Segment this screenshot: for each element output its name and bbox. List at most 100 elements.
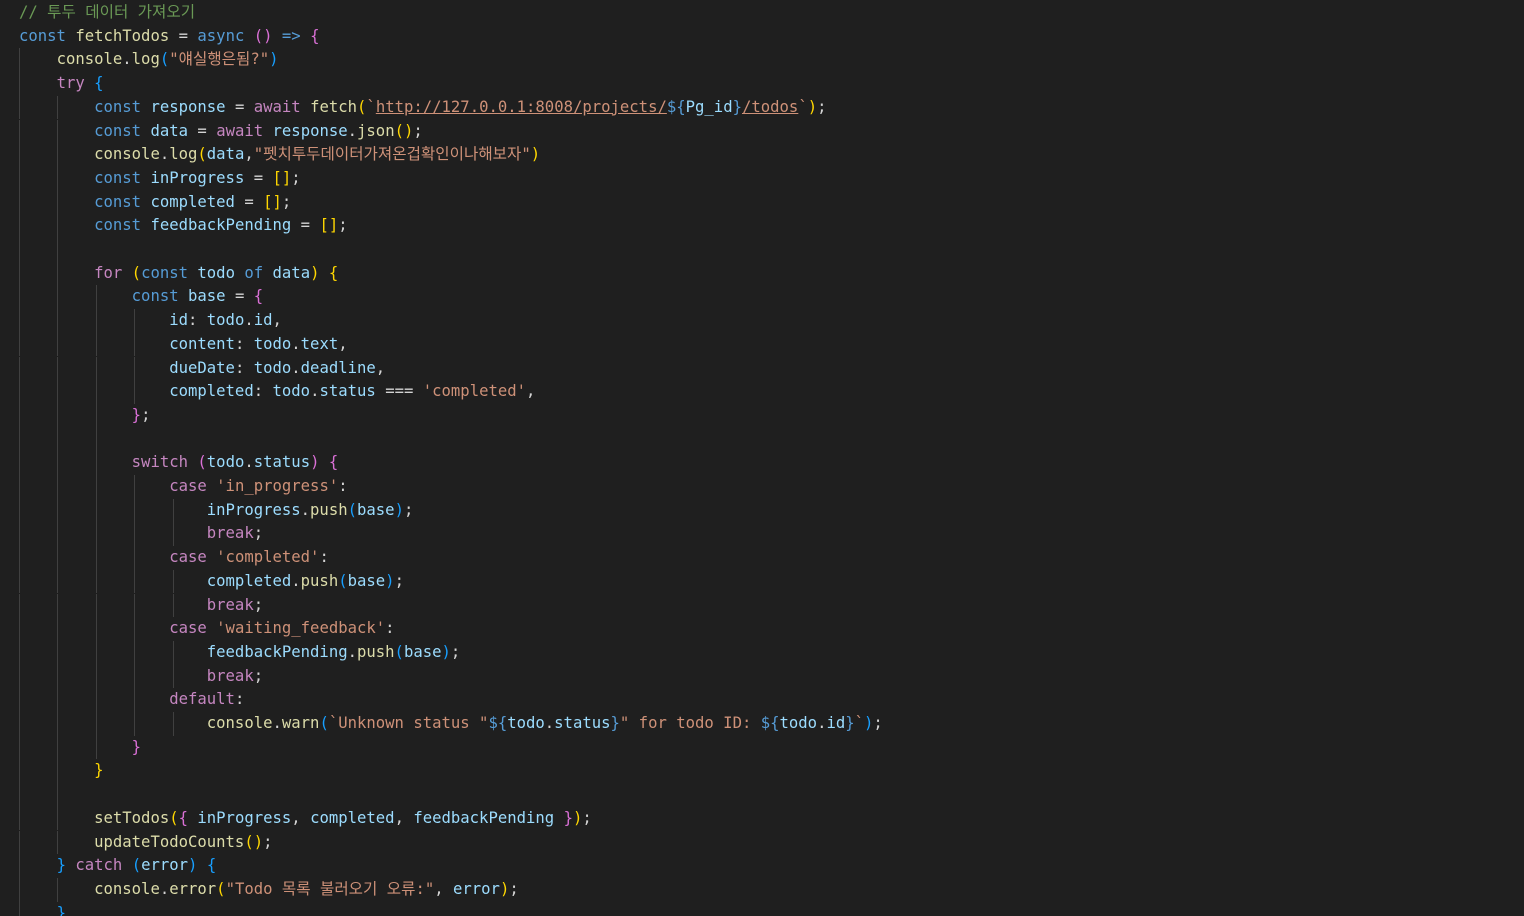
code-line[interactable]: } [19,736,141,760]
code-line[interactable]: updateTodoCounts(); [19,831,272,855]
code-token: [] [272,168,292,187]
code-token: . [122,50,132,69]
code-line[interactable]: // 투두 데이터 가져오기 [19,1,195,25]
code-line[interactable]: break; [19,594,263,618]
code-line[interactable]: for (const todo of data) { [19,262,338,286]
code-line[interactable]: case 'waiting_feedback': [19,617,394,641]
code-line[interactable]: default: [19,688,244,712]
code-token: feedbackPending [150,216,292,235]
code-token: ; [338,216,348,235]
code-token: // 투두 데이터 가져오기 [19,3,196,21]
code-token: const [19,26,66,45]
code-line[interactable]: console.warn(`Unknown status "${todo.sta… [19,712,883,736]
code-token: id [169,311,188,330]
code-line[interactable]: const fetchTodos = async () => { [19,25,319,49]
code-token: log [131,50,160,69]
code-line[interactable]: } catch (error) { [19,854,217,878]
code-line[interactable]: inProgress.push(base); [19,499,414,523]
code-token: ( [131,263,142,282]
code-line[interactable]: } [19,759,104,783]
code-line[interactable]: content: todo.text, [19,333,348,357]
code-token: ${ [488,714,508,732]
indent-guide [57,427,59,452]
code-token: ; [281,192,292,211]
code-line[interactable]: case 'completed': [19,546,329,570]
code-line[interactable]: const inProgress = []; [19,167,301,191]
code-token: : [253,382,264,401]
code-token: response [272,121,348,140]
code-token: ; [817,97,827,116]
code-token: inProgress [150,168,245,187]
code-token: ( [357,97,367,116]
code-token: ; [413,121,423,140]
code-token: todo [197,263,235,282]
code-line[interactable]: switch (todo.status) { [19,451,339,475]
code-token: todo [253,358,292,377]
code-editor[interactable]: // 투두 데이터 가져오기 const fetchTodos = async (… [0,0,1524,916]
code-token: } [94,761,104,780]
code-token: case [169,619,207,638]
code-token: catch [75,856,123,875]
code-line[interactable]: completed: todo.status === 'completed', [19,380,535,404]
code-token: ` [798,97,808,116]
code-token: "펫치투두데이터가져온겁확인이나해보자" [253,145,531,164]
code-token: ) [269,50,279,69]
code-line[interactable]: const base = { [19,285,263,309]
code-line[interactable]: break; [19,522,263,546]
code-token: completed [150,192,235,211]
code-token: completed [310,808,395,827]
code-line[interactable]: dueDate: todo.deadline, [19,357,385,381]
code-token: , [291,808,301,827]
code-token: . [544,714,555,732]
code-line[interactable]: completed.push(base); [19,570,404,594]
code-token: todo [206,311,245,330]
code-line[interactable]: try { [19,72,104,96]
code-line[interactable]: }; [19,404,151,428]
code-token: } [56,903,66,916]
code-token: id [253,311,273,330]
code-token: base [403,642,442,661]
code-line[interactable]: console.log(data,"펫치투두데이터가져온겁확인이나해보자") [19,143,540,167]
code-line[interactable]: break; [19,665,263,689]
code-line[interactable]: case 'in_progress': [19,475,347,499]
code-token: . [272,714,282,732]
code-line[interactable]: feedbackPending.push(base); [19,641,461,665]
code-token: const [94,97,142,116]
code-token: break [206,524,254,543]
code-line[interactable]: console.error("Todo 목록 불러오기 오류:", error)… [19,878,519,902]
code-token: base [357,500,395,519]
code-token: ; [253,595,264,614]
code-line[interactable]: console.log("얘실행은됨?") [19,48,279,72]
code-token: " for todo ID: [619,714,761,732]
code-token: . [159,145,170,164]
code-token: === [385,382,414,401]
code-line[interactable]: const completed = []; [19,191,291,215]
code-token: } [845,714,855,732]
code-line[interactable]: const data = await response.json(); [19,120,423,144]
code-line[interactable]: const response = await fetch(`http://127… [19,96,827,120]
code-line[interactable]: const feedbackPending = []; [19,214,348,238]
code-token: ; [253,524,264,543]
code-token: = [234,287,245,306]
code-token: ( [338,571,348,590]
code-line[interactable]: setTodos({ inProgress, completed, feedba… [19,807,592,831]
code-token: , [338,334,348,353]
code-line[interactable]: } [19,902,66,916]
code-token: error [141,856,189,875]
code-token: warn [281,714,320,732]
code-line[interactable]: id: todo.id, [19,309,282,333]
